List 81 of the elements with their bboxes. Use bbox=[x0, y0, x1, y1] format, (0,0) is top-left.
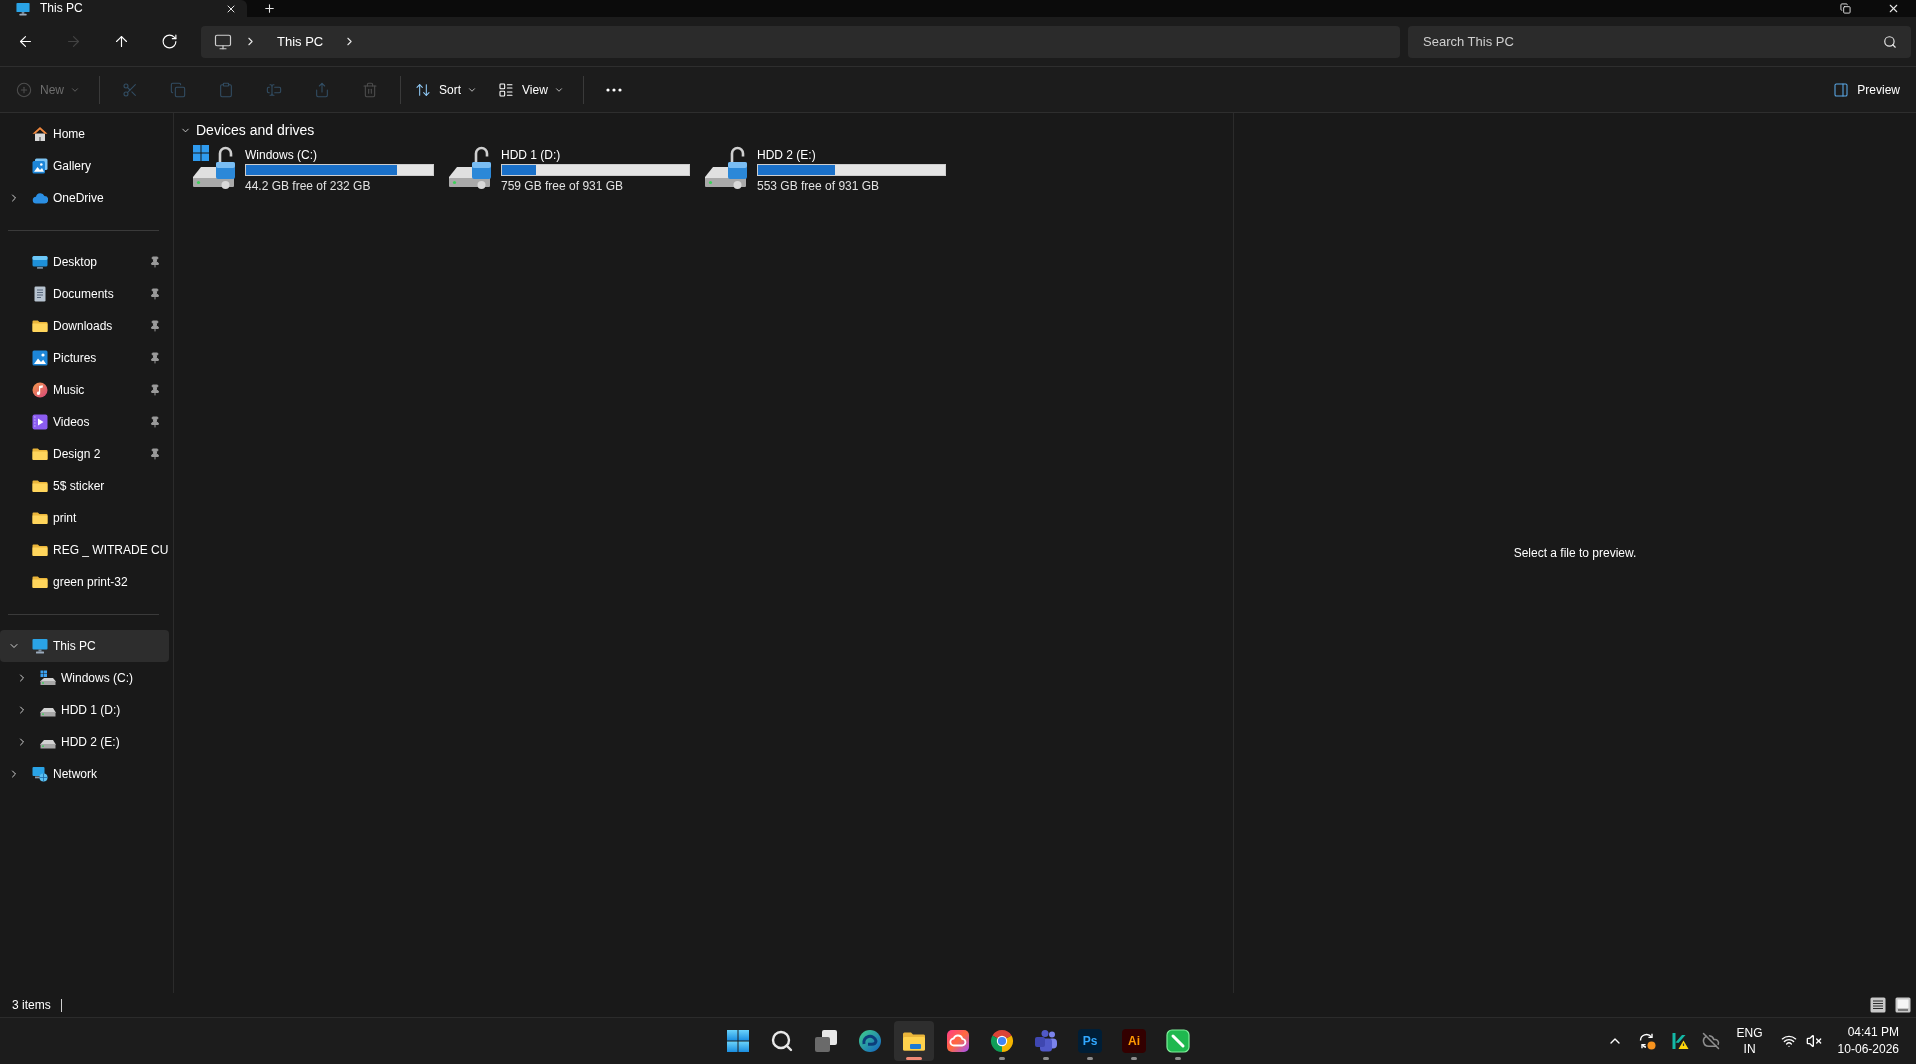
plus-icon[interactable] bbox=[263, 2, 276, 15]
drive-name[interactable]: HDD 2 (E:) bbox=[757, 147, 816, 163]
sidebar-item[interactable]: Gallery bbox=[0, 150, 169, 182]
folder-icon bbox=[32, 318, 48, 334]
sidebar-item[interactable]: 5$ sticker bbox=[0, 470, 169, 502]
task-view-icon bbox=[814, 1029, 838, 1053]
address-bar[interactable]: This PC bbox=[201, 25, 1400, 58]
monitor-icon bbox=[214, 32, 232, 51]
people-icon bbox=[1034, 1029, 1058, 1053]
view-button[interactable]: View bbox=[490, 73, 572, 106]
sync-alert-icon[interactable] bbox=[1637, 1032, 1656, 1050]
wheel-circle-icon bbox=[990, 1029, 1014, 1053]
logo-warning-icon[interactable] bbox=[1670, 1032, 1689, 1050]
video-icon bbox=[32, 414, 48, 430]
sidebar-item[interactable]: Home bbox=[0, 118, 169, 150]
taskbar-app-button[interactable]: Ps bbox=[1070, 1021, 1110, 1061]
sidebar-item[interactable]: OneDrive bbox=[0, 182, 169, 214]
sidebar-item[interactable]: Windows (C:) bbox=[0, 662, 169, 694]
close-icon[interactable] bbox=[1887, 2, 1900, 15]
group-header[interactable]: Devices and drives bbox=[180, 121, 315, 139]
sidebar-item[interactable]: Desktop bbox=[0, 246, 169, 278]
sidebar-item[interactable]: REG _ WITRADE CU bbox=[0, 534, 169, 566]
desktop-icon bbox=[32, 254, 48, 270]
free-space-text: 759 GB free of 931 GB bbox=[501, 178, 624, 194]
network-icon bbox=[32, 766, 48, 782]
preview-message: Select a file to preview. bbox=[1513, 546, 1637, 560]
panel-right-icon bbox=[1833, 81, 1850, 98]
picture-icon bbox=[32, 350, 48, 366]
sidebar-item[interactable]: Design 2 bbox=[0, 438, 169, 470]
free-space-text: 44.2 GB free of 232 GB bbox=[245, 178, 371, 194]
cloud-icon bbox=[32, 192, 48, 204]
sidebar-item[interactable]: Network bbox=[0, 758, 169, 790]
sidebar-item[interactable]: Music bbox=[0, 374, 169, 406]
document-icon bbox=[32, 286, 48, 302]
item-count: 3 items bbox=[12, 998, 51, 1012]
free-space-text: 553 GB free of 931 GB bbox=[757, 178, 880, 194]
sidebar-item[interactable]: Pictures bbox=[0, 342, 169, 374]
app-logo: Ps bbox=[1078, 1029, 1102, 1053]
monitor-icon bbox=[16, 1, 30, 16]
folder-icon bbox=[32, 478, 48, 494]
tiles-view-icon[interactable] bbox=[1895, 997, 1911, 1013]
folder-icon bbox=[32, 574, 48, 590]
house-icon bbox=[32, 126, 48, 142]
line-tile-icon bbox=[1166, 1029, 1190, 1053]
restore-icon[interactable] bbox=[1840, 3, 1851, 14]
taskbar-app-button[interactable]: Ai bbox=[1114, 1021, 1154, 1061]
four-squares-icon bbox=[726, 1029, 750, 1053]
drive-name[interactable]: HDD 1 (D:) bbox=[501, 147, 561, 163]
drive-name[interactable]: Windows (C:) bbox=[245, 147, 317, 163]
sidebar-item[interactable]: print bbox=[0, 502, 169, 534]
sidebar-item[interactable]: Videos bbox=[0, 406, 169, 438]
folder-icon bbox=[32, 542, 48, 558]
sidebar-item[interactable]: Documents bbox=[0, 278, 169, 310]
folder-icon bbox=[32, 446, 48, 462]
tab[interactable]: This PC bbox=[0, 0, 247, 17]
clock[interactable]: 04:41 PM 10-06-2026 bbox=[1837, 1024, 1899, 1058]
search-icon bbox=[1883, 34, 1897, 49]
sidebar-item[interactable]: This PC bbox=[0, 630, 169, 662]
taskbar-app-button[interactable] bbox=[894, 1021, 934, 1061]
music-note-icon bbox=[32, 382, 48, 398]
gallery-icon bbox=[32, 158, 48, 174]
sidebar-item[interactable]: Downloads bbox=[0, 310, 169, 342]
app-logo: Ai bbox=[1122, 1029, 1146, 1053]
search-field[interactable]: Search This PC bbox=[1408, 25, 1911, 58]
folder-icon bbox=[32, 510, 48, 526]
sort-button[interactable]: Sort bbox=[407, 73, 486, 106]
wifi-icon[interactable] bbox=[1780, 1033, 1797, 1049]
sidebar-item[interactable]: green print-32 bbox=[0, 566, 169, 598]
monitor-icon bbox=[32, 638, 48, 654]
details-view-icon[interactable] bbox=[1870, 997, 1886, 1013]
search-icon bbox=[770, 1029, 794, 1053]
cloud-tile-icon bbox=[946, 1029, 970, 1053]
speaker-muted-icon[interactable] bbox=[1805, 1033, 1822, 1049]
breadcrumb-button[interactable]: This PC bbox=[273, 34, 328, 49]
cloud-off-icon[interactable] bbox=[1701, 1032, 1720, 1050]
drive-icon bbox=[40, 670, 56, 686]
sidebar-item[interactable]: HDD 2 (E:) bbox=[0, 726, 169, 758]
sidebar-item[interactable]: HDD 1 (D:) bbox=[0, 694, 169, 726]
language-button[interactable]: ENG IN bbox=[1736, 1025, 1763, 1057]
swirl-circle-icon bbox=[858, 1029, 882, 1053]
preview-button[interactable]: Preview bbox=[1825, 73, 1908, 106]
